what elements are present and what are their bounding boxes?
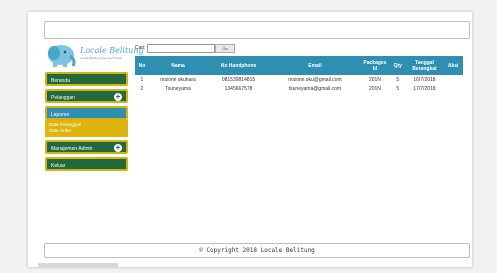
sidebar-item-laporan[interactable]: Laporan [45,106,128,120]
cell-packages-id: 201N [368,85,381,92]
brand-tagline: Locale Belitung Tour and Travel [80,56,122,60]
elephant-logo-icon [48,45,76,67]
top-bar [44,21,470,39]
cell-email: tsuneyama@gmail.com [288,85,342,92]
column-header-tanggal-berangkat: Tanggal Berangkat [405,56,444,75]
laporan-submenu: Data Pelanggan Data Order [45,120,128,137]
cell-tanggal-berangkat: 17/7/2018 [413,85,436,92]
cell-no-handphone: 1345667578 [224,85,253,92]
column-header-no: No [135,56,149,75]
sidebar-item-label: Beranda [51,78,70,84]
column-header-aksi: Aksi [443,56,463,75]
brand-logo[interactable]: Locale Belitung Locale Belitung Tour and… [44,42,144,68]
column-header-email: Email [269,56,361,75]
search-label: Cari: [135,45,146,51]
table-row: 1 nozomi okuhara 081539814815 nozomi.oku… [135,75,463,84]
cell-email: nozomi.oku@gmail.com [288,76,342,83]
cell-no-handphone: 081539814815 [221,76,256,83]
cell-nama: Tsuneyama [165,85,191,92]
sidebar-item-label: Keluar [51,163,66,169]
submenu-item-data-order[interactable]: Data Order [49,128,124,134]
expand-plus-icon[interactable]: + [114,144,122,152]
sidebar-item-keluar[interactable]: Keluar [45,157,128,171]
sidebar-menu: Beranda Pelanggan + Laporan Data Pelangg… [45,72,128,174]
table-header-row: No Nama No Handphone Email Packages Id Q… [135,56,463,75]
search-go-button[interactable]: Go [215,44,235,53]
cell-qty: 5 [396,76,400,83]
cell-aksi[interactable] [443,84,463,93]
table-row: 2 Tsuneyama 1345667578 tsuneyama@gmail.c… [135,84,463,93]
cell-packages-id: 201N [368,76,381,83]
search-input[interactable] [147,44,215,53]
column-header-qty: Qty [389,56,406,75]
sidebar-item-pelanggan[interactable]: Pelanggan + [45,89,128,103]
cell-qty: 5 [396,85,400,92]
footer-copyright: © Copyright 2018 Locale Belitung [44,243,470,258]
column-header-packages-id: Packages Id [360,56,390,75]
cell-aksi[interactable] [443,75,463,84]
column-header-no-handphone: No Handphone [207,56,270,75]
sidebar-item-label: Laporan [51,112,70,118]
column-header-nama: Nama [148,56,208,75]
sidebar-item-label: Pelanggan [51,95,75,101]
cell-no: 1 [140,76,144,83]
sidebar-item-beranda[interactable]: Beranda [45,72,128,86]
orders-table: No Nama No Handphone Email Packages Id Q… [135,56,463,93]
cell-nama: nozomi okuhara [160,76,196,83]
expand-plus-icon[interactable]: + [114,93,122,101]
bottom-status-strip [38,263,118,267]
sidebar-item-manajemen-admin[interactable]: Manajemen Admin + [45,140,128,154]
cell-tanggal-berangkat: 16/7/2018 [413,76,436,83]
cell-no: 2 [140,85,144,92]
sidebar-item-label: Manajemen Admin [51,146,93,152]
